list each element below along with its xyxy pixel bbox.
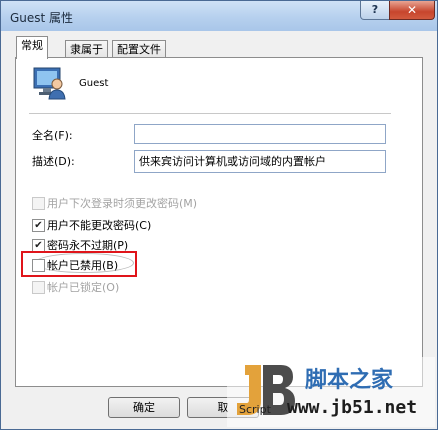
description-field[interactable]: 供来宾访问计算机或访问域的内置帐户 xyxy=(134,150,386,173)
description-label: 描述(D): xyxy=(32,155,75,168)
watermark-site: www.jb51.net xyxy=(287,397,417,418)
watermark-brand: 脚本之家 xyxy=(305,367,394,393)
account-name: Guest xyxy=(79,78,109,89)
checkbox-box[interactable] xyxy=(32,281,45,294)
title-bar[interactable]: Guest 属性 ? ✕ xyxy=(1,1,437,31)
properties-dialog: Guest 属性 ? ✕ 常规 隶属于 配置文件 Guest 全名(F): 描述… xyxy=(0,0,438,430)
checkbox-label: 用户下次登录时须更改密码(M) xyxy=(47,197,198,210)
tab-member-of[interactable]: 隶属于 xyxy=(65,40,108,58)
red-highlight-box xyxy=(21,251,137,277)
checkbox-box[interactable] xyxy=(32,197,45,210)
user-monitor-icon xyxy=(33,67,66,100)
help-button[interactable]: ? xyxy=(360,1,390,20)
ok-button[interactable]: 确定 xyxy=(108,397,180,418)
separator xyxy=(29,113,391,115)
site-watermark-logo: 脚本之家 Script www.jb51.net xyxy=(227,357,435,427)
close-button[interactable]: ✕ xyxy=(389,1,435,20)
fullname-field[interactable] xyxy=(134,124,386,144)
checkbox-label: 用户不能更改密码(C) xyxy=(47,219,152,232)
fullname-label: 全名(F): xyxy=(32,129,73,142)
checkbox-label: 帐户已锁定(O) xyxy=(47,281,120,294)
tab-general[interactable]: 常规 xyxy=(16,36,48,59)
watermark-script: Script xyxy=(239,403,272,416)
checkmark-icon[interactable]: ✔ xyxy=(32,219,45,232)
tab-profile[interactable]: 配置文件 xyxy=(112,40,166,58)
window-title: Guest 属性 xyxy=(10,11,74,25)
